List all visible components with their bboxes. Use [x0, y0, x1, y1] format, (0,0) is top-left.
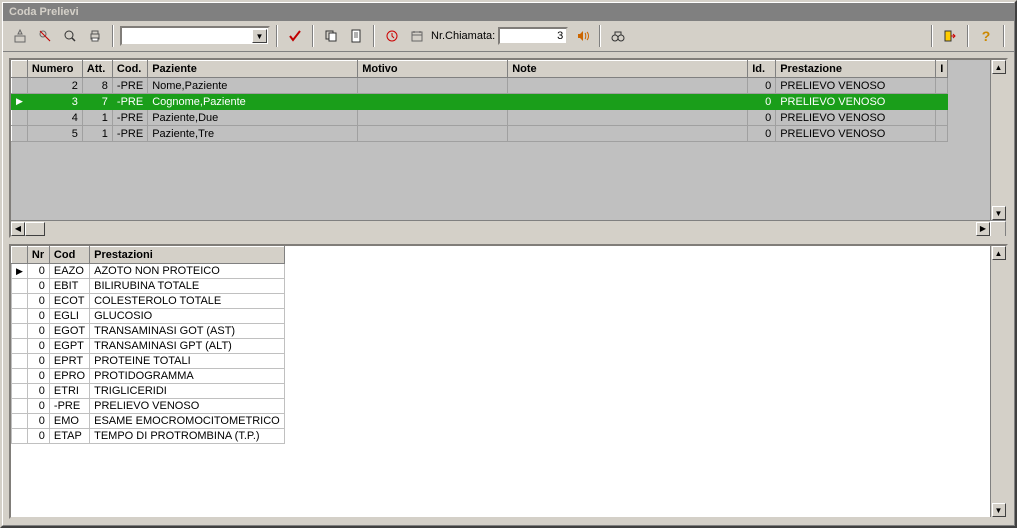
table-row[interactable]: 0ECOTCOLESTEROLO TOTALE — [12, 294, 285, 309]
prestazioni-grid-panel: NrCodPrestazioni▶0EAZOAZOTO NON PROTEICO… — [9, 244, 1008, 519]
toolbar-separator — [967, 25, 969, 47]
tool-icon-2[interactable] — [34, 25, 56, 47]
col-header[interactable]: Nr — [27, 247, 49, 264]
vertical-scrollbar[interactable]: ▲ ▼ — [990, 60, 1006, 220]
zoom-icon[interactable] — [59, 25, 81, 47]
copy-icon[interactable] — [320, 25, 342, 47]
print-icon[interactable] — [84, 25, 106, 47]
table-row[interactable]: 0EBITBILIRUBINA TOTALE — [12, 279, 285, 294]
table-row[interactable]: 0EGOTTRANSAMINASI GOT (AST) — [12, 324, 285, 339]
combo-select[interactable]: ▼ — [120, 26, 270, 46]
scroll-right-icon[interactable]: ▶ — [976, 222, 990, 236]
col-header[interactable]: Att. — [82, 61, 112, 78]
binoculars-icon[interactable] — [607, 25, 629, 47]
prestazioni-table[interactable]: NrCodPrestazioni▶0EAZOAZOTO NON PROTEICO… — [11, 246, 285, 444]
table-row[interactable]: 0EGLIGLUCOSIO — [12, 309, 285, 324]
queue-grid-panel: NumeroAtt.Cod.PazienteMotivoNoteId.Prest… — [9, 58, 1008, 238]
toolbar-separator — [1003, 25, 1005, 47]
window-title: Coda Prelievi — [3, 3, 1014, 21]
col-header[interactable]: Cod. — [112, 61, 147, 78]
toolbar-separator — [276, 25, 278, 47]
scroll-down-icon[interactable]: ▼ — [992, 503, 1006, 517]
col-header[interactable]: I — [936, 61, 948, 78]
document-icon[interactable] — [345, 25, 367, 47]
col-header[interactable]: Paziente — [148, 61, 358, 78]
toolbar-separator — [312, 25, 314, 47]
col-header[interactable] — [12, 61, 28, 78]
vertical-scrollbar[interactable]: ▲ ▼ — [990, 246, 1006, 517]
table-row[interactable]: ▶37-PRECognome,Paziente0PRELIEVO VENOSO — [12, 94, 948, 110]
col-header[interactable]: Motivo — [358, 61, 508, 78]
scroll-thumb[interactable] — [25, 222, 45, 236]
table-row[interactable]: 0ETRITRIGLICERIDI — [12, 384, 285, 399]
toolbar-separator — [599, 25, 601, 47]
horizontal-scrollbar[interactable]: ◀ ▶ — [11, 220, 1006, 236]
col-header[interactable]: Note — [508, 61, 748, 78]
table-row[interactable]: 41-PREPaziente,Due0PRELIEVO VENOSO — [12, 110, 948, 126]
toolbar-separator — [373, 25, 375, 47]
toolbar-separator — [112, 25, 114, 47]
table-row[interactable]: 0EGPTTRANSAMINASI GPT (ALT) — [12, 339, 285, 354]
check-icon[interactable] — [284, 25, 306, 47]
col-header[interactable] — [12, 247, 28, 264]
chevron-down-icon[interactable]: ▼ — [252, 29, 267, 43]
col-header[interactable]: Numero — [27, 61, 82, 78]
scroll-up-icon[interactable]: ▲ — [992, 60, 1006, 74]
nr-chiamata-label: Nr.Chiamata: — [431, 30, 495, 42]
nr-chiamata-input[interactable] — [498, 27, 568, 45]
toolbar-separator — [931, 25, 933, 47]
queue-table[interactable]: NumeroAtt.Cod.PazienteMotivoNoteId.Prest… — [11, 60, 948, 142]
table-row[interactable]: 0ETAPTEMPO DI PROTROMBINA (T.P.) — [12, 429, 285, 444]
tool-icon-1[interactable] — [9, 25, 31, 47]
table-row[interactable]: 0-PREPRELIEVO VENOSO — [12, 399, 285, 414]
table-row[interactable]: 28-PRENome,Paziente0PRELIEVO VENOSO — [12, 78, 948, 94]
scroll-down-icon[interactable]: ▼ — [992, 206, 1006, 220]
help-icon[interactable]: ? — [975, 25, 997, 47]
exit-icon[interactable] — [939, 25, 961, 47]
col-header[interactable]: Id. — [748, 61, 776, 78]
col-header[interactable]: Prestazione — [776, 61, 936, 78]
col-header[interactable]: Prestazioni — [90, 247, 285, 264]
clock-icon[interactable] — [381, 25, 403, 47]
scroll-left-icon[interactable]: ◀ — [11, 222, 25, 236]
table-row[interactable]: 0EPRTPROTEINE TOTALI — [12, 354, 285, 369]
toolbar: ▼ Nr.Chiamata: ? — [3, 21, 1014, 52]
col-header[interactable]: Cod — [49, 247, 89, 264]
scroll-up-icon[interactable]: ▲ — [992, 246, 1006, 260]
table-row[interactable]: ▶0EAZOAZOTO NON PROTEICO — [12, 264, 285, 279]
calendar-icon[interactable] — [406, 25, 428, 47]
table-row[interactable]: 0EPROPROTIDOGRAMMA — [12, 369, 285, 384]
table-row[interactable]: 51-PREPaziente,Tre0PRELIEVO VENOSO — [12, 126, 948, 142]
table-row[interactable]: 0EMOESAME EMOCROMOCITOMETRICO — [12, 414, 285, 429]
speaker-icon[interactable] — [571, 25, 593, 47]
